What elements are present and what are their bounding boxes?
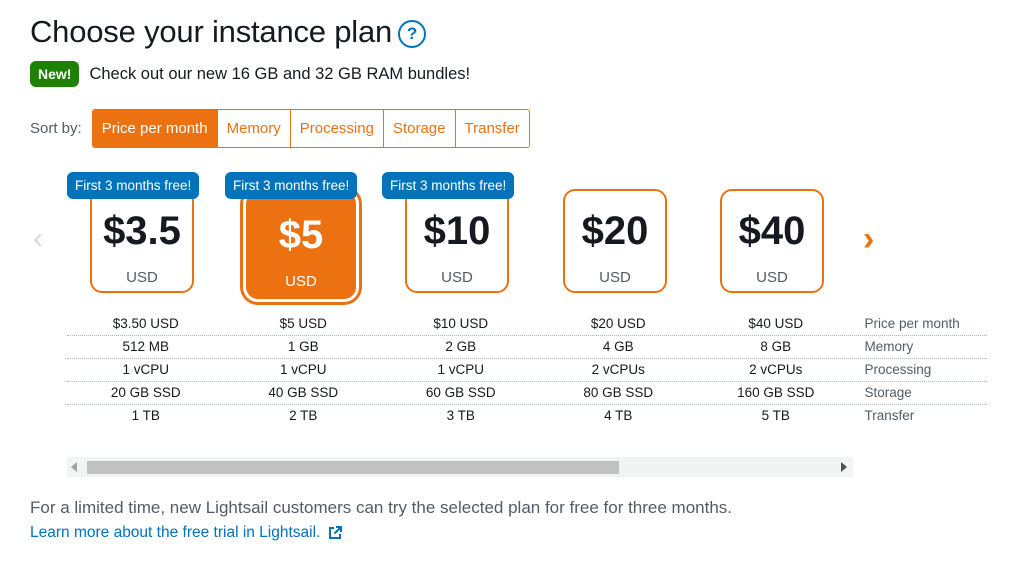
spec-cell: 2 GB <box>445 339 477 354</box>
spec-cell: 20 GB SSD <box>110 385 181 400</box>
spec-cell: 1 vCPU <box>279 362 327 377</box>
spec-cell: 5 TB <box>761 408 790 423</box>
spec-row-memory: 512 MB 1 GB 2 GB 4 GB 8 GB Memory <box>67 336 987 359</box>
learn-more-link[interactable]: Learn more about the free trial in Light… <box>30 524 343 542</box>
spec-cell: $3.50 USD <box>112 316 179 331</box>
plan-currency: USD <box>599 269 631 286</box>
spec-cell: 2 TB <box>289 408 318 423</box>
spec-cell: $40 USD <box>748 316 804 331</box>
promo-badge: First 3 months free! <box>382 172 515 199</box>
spec-cell: 512 MB <box>122 339 170 354</box>
spec-cell: 1 vCPU <box>437 362 484 377</box>
spec-cell: $20 USD <box>590 316 646 331</box>
announcement-text: Check out our new 16 GB and 32 GB RAM bu… <box>89 64 471 83</box>
spec-cell: 4 GB <box>602 339 634 354</box>
plan-currency: USD <box>126 269 158 286</box>
spec-cell: 1 TB <box>131 408 160 423</box>
plan-price: $3.5 <box>103 209 181 253</box>
plan-card-10[interactable]: $10 USD <box>405 189 509 293</box>
horizontal-scrollbar[interactable] <box>67 457 853 477</box>
sort-label: Sort by: <box>30 120 82 137</box>
plan-card-5[interactable]: $5 USD <box>246 192 356 299</box>
spec-cell: $10 USD <box>433 316 489 331</box>
spec-cell: 2 vCPUs <box>749 362 803 377</box>
new-badge: New! <box>30 61 80 87</box>
free-trial-text: For a limited time, new Lightsail custom… <box>30 498 733 517</box>
sort-row: Sort by: Price per month Memory Processi… <box>30 109 530 148</box>
spec-row-transfer: 1 TB 2 TB 3 TB 4 TB 5 TB Transfer <box>67 405 987 427</box>
scroll-right-icon[interactable] <box>841 462 847 472</box>
plan-currency: USD <box>756 269 788 286</box>
spec-label: Transfer <box>864 408 915 423</box>
spec-cell: 80 GB SSD <box>583 385 654 400</box>
spec-cell: 3 TB <box>446 408 475 423</box>
external-link-icon <box>329 526 343 539</box>
plan-price: $20 <box>581 209 649 253</box>
plan-currency: USD <box>441 269 473 286</box>
spec-cell: 60 GB SSD <box>425 385 496 400</box>
scroll-left-icon[interactable] <box>71 462 77 472</box>
sort-option-price[interactable]: Price per month <box>92 110 217 147</box>
spec-cell: 1 GB <box>287 339 319 354</box>
spec-label: Price per month <box>864 316 960 331</box>
spec-row-price: $3.50 USD $5 USD $10 USD $20 USD $40 USD… <box>67 313 987 336</box>
announcement-row: New! Check out our new 16 GB and 32 GB R… <box>30 61 470 87</box>
spec-row-processing: 1 vCPU 1 vCPU 1 vCPU 2 vCPUs 2 vCPUs Pro… <box>67 359 987 382</box>
spec-cell: 1 vCPU <box>122 362 169 377</box>
spec-row-storage: 20 GB SSD 40 GB SSD 60 GB SSD 80 GB SSD … <box>67 382 987 405</box>
plan-price: $10 <box>423 209 491 253</box>
plan-price: $40 <box>738 209 806 253</box>
plan-price: $5 <box>278 213 324 257</box>
plan-card-3.5[interactable]: $3.5 USD <box>90 189 194 293</box>
learn-more-link-label[interactable]: Learn more about the free trial in Light… <box>30 524 320 542</box>
plan-currency: USD <box>285 273 317 290</box>
spec-label: Memory <box>864 339 914 354</box>
spec-cell: 4 TB <box>604 408 633 423</box>
spec-label: Storage <box>864 385 912 400</box>
spec-cell: 40 GB SSD <box>268 385 339 400</box>
scroll-thumb[interactable] <box>87 461 619 474</box>
spec-cell: 2 vCPUs <box>591 362 645 377</box>
promo-badge: First 3 months free! <box>67 172 200 199</box>
title-row: Choose your instance plan ? <box>30 14 427 50</box>
sort-option-storage[interactable]: Storage <box>382 110 455 147</box>
chevron-right-icon[interactable]: › <box>863 220 874 259</box>
page-title: Choose your instance plan <box>30 14 393 49</box>
spec-cell: 160 GB SSD <box>737 385 815 400</box>
spec-label: Processing <box>864 362 932 377</box>
sort-option-transfer[interactable]: Transfer <box>454 110 529 147</box>
promo-badge: First 3 months free! <box>225 172 358 199</box>
sort-segmented-control: Price per month Memory Processing Storag… <box>91 109 530 148</box>
chevron-left-icon[interactable]: ‹ <box>33 222 43 256</box>
help-icon[interactable]: ? <box>398 20 427 48</box>
spec-cell: 8 GB <box>760 339 792 354</box>
sort-option-processing[interactable]: Processing <box>289 110 383 147</box>
spec-cell: $5 USD <box>279 316 327 331</box>
sort-option-memory[interactable]: Memory <box>216 110 290 147</box>
plan-card-40[interactable]: $40 USD <box>720 189 824 293</box>
plan-card-20[interactable]: $20 USD <box>563 189 667 293</box>
plan-specs-table: $3.50 USD $5 USD $10 USD $20 USD $40 USD… <box>67 313 987 427</box>
